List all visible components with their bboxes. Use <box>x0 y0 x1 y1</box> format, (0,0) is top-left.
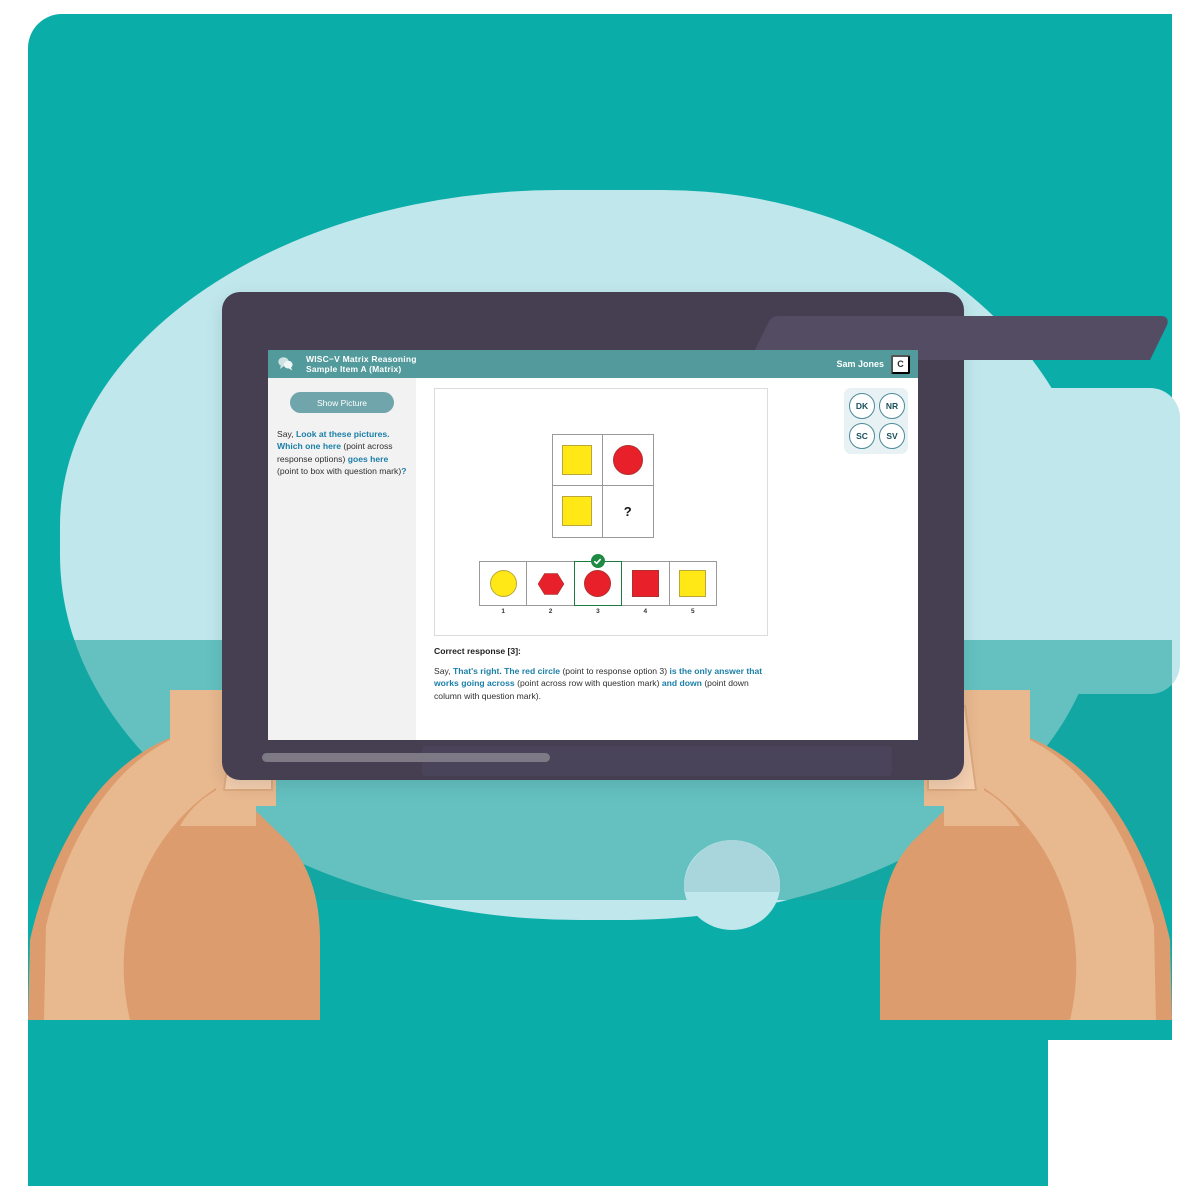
c-button[interactable]: C <box>891 354 910 374</box>
response-option-1[interactable] <box>479 561 528 606</box>
red-circle-shape <box>612 444 643 475</box>
text-segment-4: ? <box>401 466 407 477</box>
say-rich-text: Look at these pictures. Which one here (… <box>277 429 406 476</box>
response-option-number-2: 2 <box>548 608 553 615</box>
response-option-number-5: 5 <box>690 608 695 615</box>
response-options <box>479 554 717 606</box>
self-correct-button[interactable]: SC <box>849 423 875 449</box>
yellow-circle-shape <box>489 570 517 597</box>
instructions-sidebar: Show Picture Say, Look at these pictures… <box>268 378 416 740</box>
yellow-square-shape <box>562 496 593 527</box>
matrix-cell-r1c1 <box>551 433 603 486</box>
matrix-cell-r2c2: ? <box>602 485 654 538</box>
main-panel: ? 1 2 3 4 5 DK NR SC SV Correct response [3]: S… <box>416 378 918 740</box>
stimulus-card: ? 1 2 3 4 5 <box>434 388 768 636</box>
feedback-rich-text: That's right. The red circle (point to r… <box>434 666 762 701</box>
title-line-1: WISC−V Matrix Reasoning <box>306 353 417 364</box>
dont-know-button[interactable]: DK <box>849 393 875 419</box>
response-option-5[interactable] <box>668 561 717 606</box>
feedback-script: Say, That's right. The red circle (point… <box>434 665 776 702</box>
say-prefix: Say, <box>277 429 296 439</box>
subvocalization-button[interactable]: SV <box>879 423 905 449</box>
correct-response-label: Correct response [3]: <box>434 646 521 656</box>
tablet-device: WISC−V Matrix Reasoning Sample Item A (M… <box>222 292 1172 780</box>
text-segment-2: goes here <box>347 453 389 464</box>
title-line-2: Sample Item A (Matrix) <box>306 364 402 374</box>
speech-bubble-icon <box>276 354 296 374</box>
text-segment-3: (point across row with question mark) <box>514 678 662 689</box>
text-segment-0: That's right. The red circle <box>452 666 561 676</box>
text-segment-3: (point to box with question mark) <box>277 466 402 477</box>
response-option-numbers: 1 2 3 4 5 <box>479 608 717 615</box>
red-square-shape <box>631 570 659 597</box>
matrix-cell-r2c1 <box>551 485 603 538</box>
matrix-grid: ? <box>551 433 654 538</box>
screen-body: Show Picture Say, Look at these pictures… <box>268 378 918 740</box>
red-hexagon-shape <box>537 572 564 595</box>
response-option-number-3: 3 <box>596 608 600 615</box>
text-segment-1: (point to response option 3) <box>560 666 670 676</box>
check-badge-icon <box>590 554 605 568</box>
no-response-button[interactable]: NR <box>879 393 905 419</box>
tool-button-panel: DK NR SC SV <box>844 388 908 454</box>
red-circle-shape <box>584 570 612 597</box>
response-option-number-4: 4 <box>643 608 648 615</box>
home-indicator-bar <box>262 753 550 762</box>
response-option-4[interactable] <box>621 561 670 606</box>
page-title: WISC−V Matrix Reasoning Sample Item A (M… <box>306 354 417 375</box>
feedback-section: Correct response [3]: Say, That's right.… <box>434 646 776 702</box>
tablet-screen: WISC−V Matrix Reasoning Sample Item A (M… <box>268 350 918 740</box>
say-instructions: Say, Look at these pictures. Which one h… <box>277 428 407 478</box>
response-option-number-1: 1 <box>501 608 505 615</box>
question-mark: ? <box>623 503 632 519</box>
response-option-2[interactable] <box>526 561 575 606</box>
header-right-group: Sam Jones C <box>836 354 918 374</box>
show-picture-button[interactable]: Show Picture <box>290 392 394 413</box>
matrix-cell-r1c2 <box>602 433 654 486</box>
app-header: WISC−V Matrix Reasoning Sample Item A (M… <box>268 350 918 378</box>
corner-notch <box>1048 1040 1200 1200</box>
feedback-say-prefix: Say, <box>434 666 453 676</box>
text-segment-4: and down <box>661 678 702 689</box>
yellow-square-shape <box>679 570 707 597</box>
examinee-name: Sam Jones <box>836 359 884 369</box>
yellow-square-shape <box>562 444 593 475</box>
response-option-3[interactable] <box>573 554 623 606</box>
